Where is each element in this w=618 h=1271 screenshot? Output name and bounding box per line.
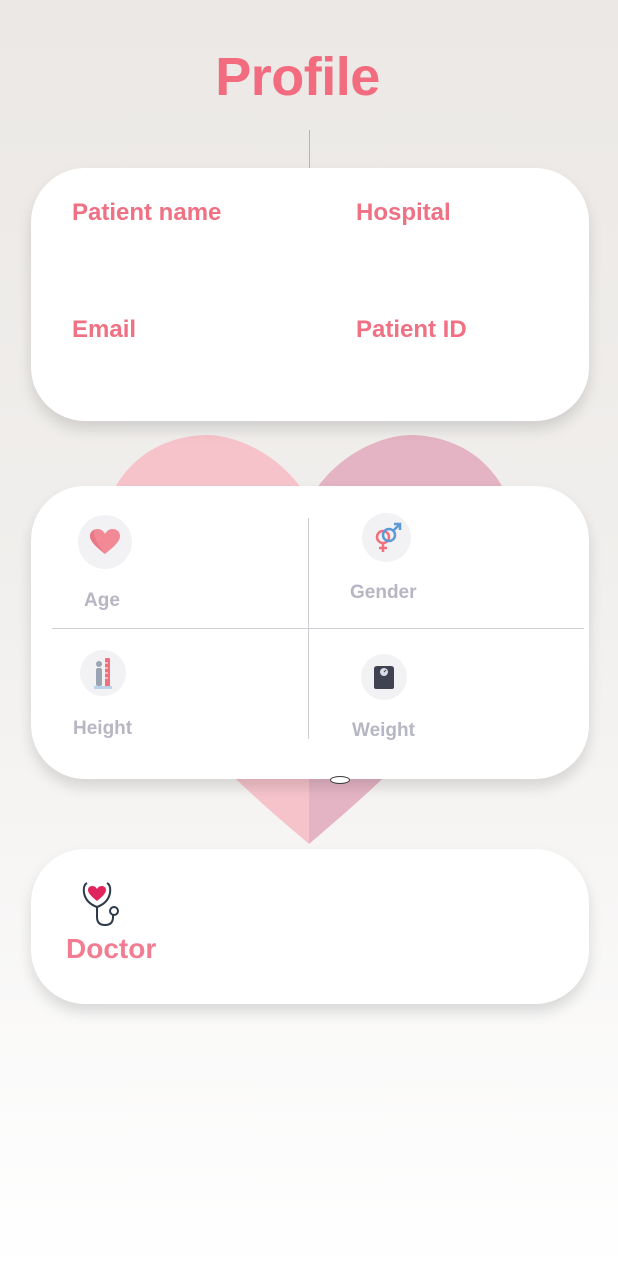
patient-stats-card: Age Gender Height Weight <box>31 486 589 779</box>
height-tile[interactable] <box>80 650 126 696</box>
weight-tile[interactable] <box>361 654 407 700</box>
page-title: Profile <box>215 47 380 107</box>
small-oval-marker <box>330 776 350 784</box>
heart-icon <box>90 529 120 554</box>
stethoscope-icon <box>82 882 119 927</box>
scale-icon <box>374 666 394 689</box>
age-tile[interactable] <box>78 515 132 569</box>
patient-id-label: Patient ID <box>356 316 467 343</box>
profile-info-card: Patient name Hospital Email Patient ID <box>31 168 589 421</box>
weight-label: Weight <box>352 720 415 741</box>
gender-label: Gender <box>350 582 417 603</box>
doctor-card[interactable]: Doctor <box>31 849 589 1004</box>
age-label: Age <box>84 590 120 611</box>
stats-horizontal-divider <box>52 628 584 629</box>
gender-tile[interactable] <box>362 513 411 562</box>
hospital-label: Hospital <box>356 199 451 226</box>
height-label: Height <box>73 718 133 739</box>
email-label: Email <box>72 316 137 343</box>
doctor-label: Doctor <box>66 933 157 964</box>
patient-name-label: Patient name <box>72 199 222 226</box>
height-icon <box>94 658 112 689</box>
gender-icon <box>375 522 401 552</box>
